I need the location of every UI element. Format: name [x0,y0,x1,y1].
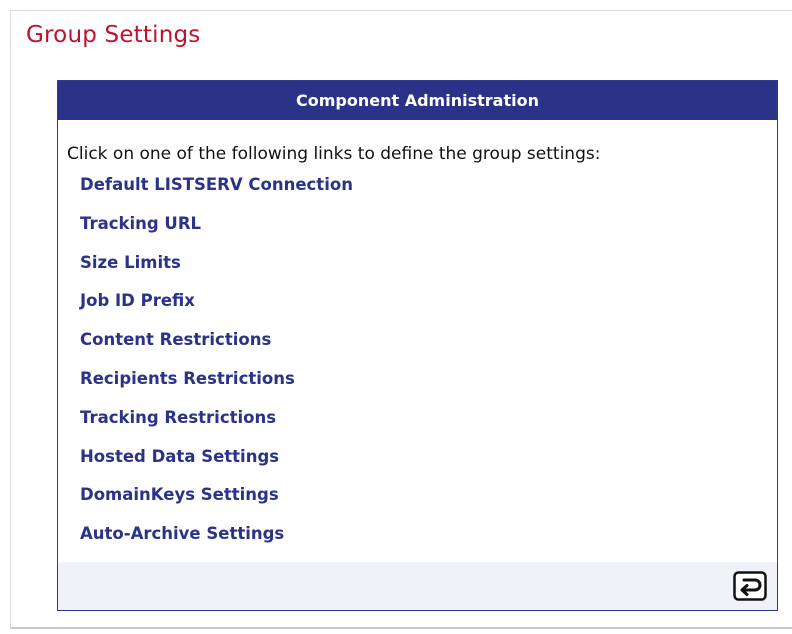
list-item: DomainKeys Settings [80,485,353,524]
link-tracking-restrictions[interactable]: Tracking Restrictions [80,408,276,427]
list-item: Job ID Prefix [80,291,353,330]
list-item: Content Restrictions [80,330,353,369]
link-content-restrictions[interactable]: Content Restrictions [80,330,271,349]
link-job-id-prefix[interactable]: Job ID Prefix [80,291,195,310]
list-item: Auto-Archive Settings [80,524,353,563]
back-button[interactable] [733,571,767,601]
list-item: Tracking Restrictions [80,408,353,447]
list-item: Size Limits [80,253,353,292]
link-hosted-data-settings[interactable]: Hosted Data Settings [80,447,279,466]
intro-text: Click on one of the following links to d… [67,144,601,164]
return-arrow-icon [733,571,767,601]
settings-links-list: Default LISTSERV Connection Tracking URL… [80,175,353,563]
link-domainkeys-settings[interactable]: DomainKeys Settings [80,485,279,504]
link-auto-archive-settings[interactable]: Auto-Archive Settings [80,524,284,543]
panel-header: Component Administration [58,81,777,120]
page-title: Group Settings [26,22,201,48]
list-item: Recipients Restrictions [80,369,353,408]
panel-footer [58,562,777,610]
link-tracking-url[interactable]: Tracking URL [80,214,201,233]
list-item: Tracking URL [80,214,353,253]
component-administration-panel: Component Administration Click on one of… [57,80,778,611]
link-size-limits[interactable]: Size Limits [80,253,181,272]
link-default-listserv-connection[interactable]: Default LISTSERV Connection [80,175,353,194]
link-recipients-restrictions[interactable]: Recipients Restrictions [80,369,295,388]
list-item: Default LISTSERV Connection [80,175,353,214]
list-item: Hosted Data Settings [80,447,353,486]
